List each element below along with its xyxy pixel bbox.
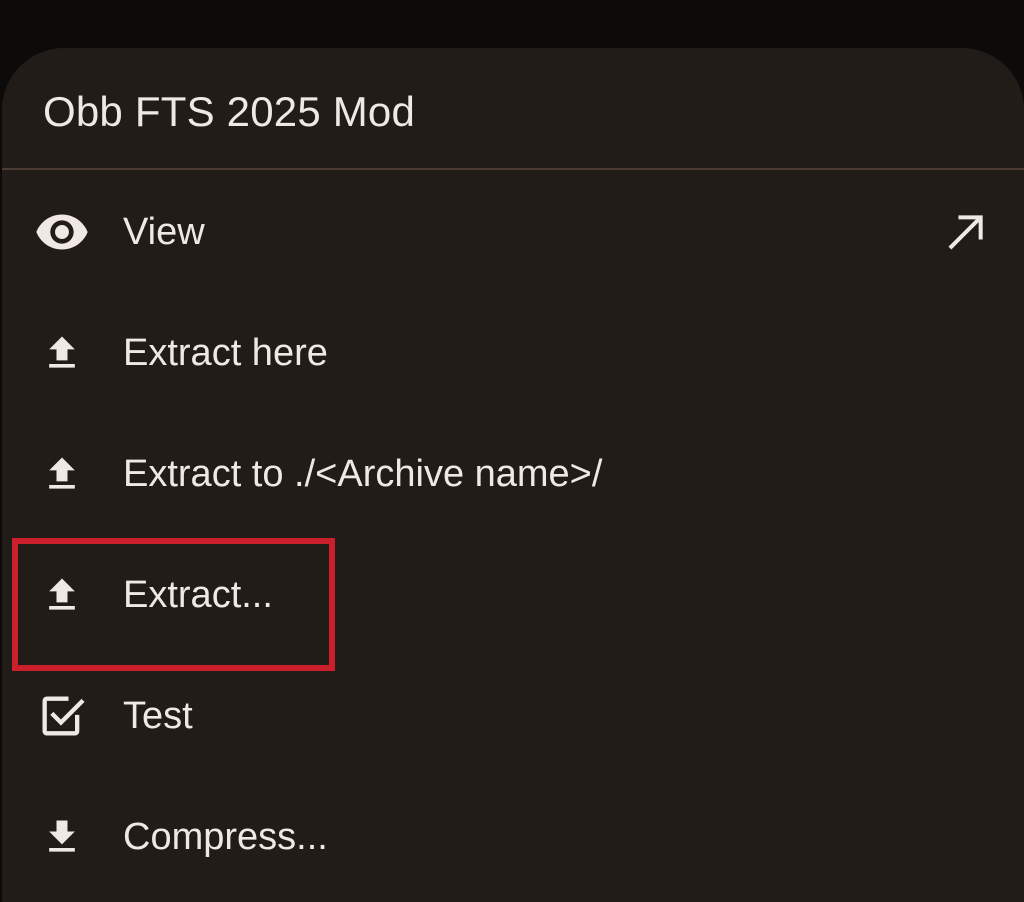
menu-item-label: View — [123, 210, 205, 253]
menu-item-label: Test — [123, 694, 193, 737]
menu-item-extract[interactable]: Extract... — [2, 534, 1024, 655]
menu-item-extract-here[interactable]: Extract here — [2, 292, 1024, 413]
divider — [2, 168, 1024, 170]
menu-item-compress[interactable]: Compress... — [2, 776, 1024, 897]
menu-item-extract-to-folder[interactable]: Extract to ./<Archive name>/ — [2, 413, 1024, 534]
eye-icon — [34, 204, 90, 260]
context-menu-sheet: Obb FTS 2025 Mod View Extract here Extra… — [2, 48, 1024, 902]
menu-item-label: Extract to ./<Archive name>/ — [123, 452, 603, 495]
upload-icon — [34, 325, 90, 381]
action-menu: View Extract here Extract to ./<Archive … — [2, 171, 1024, 897]
menu-item-test[interactable]: Test — [2, 655, 1024, 776]
dialog-title: Obb FTS 2025 Mod — [43, 88, 416, 135]
menu-item-view[interactable]: View — [2, 171, 1024, 292]
checkbox-checked-icon — [34, 688, 90, 744]
open-external-arrow-icon[interactable] — [940, 206, 992, 258]
menu-item-label: Extract here — [123, 331, 328, 374]
download-icon — [34, 809, 90, 865]
upload-icon — [34, 446, 90, 502]
upload-icon — [34, 567, 90, 623]
menu-item-label: Compress... — [123, 815, 328, 858]
menu-item-label: Extract... — [123, 573, 273, 616]
